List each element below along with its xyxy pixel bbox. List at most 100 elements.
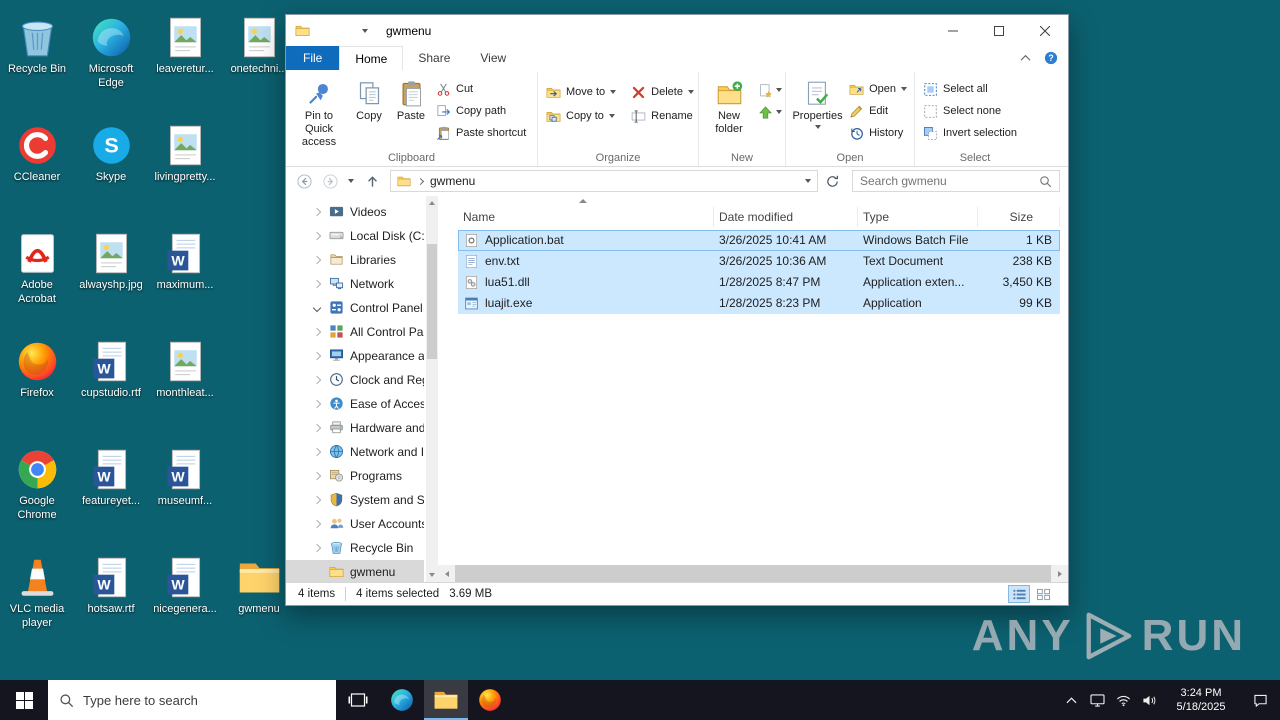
expand-chevron-icon[interactable] (312, 233, 322, 239)
desktop-icon-ccleaner[interactable]: CCleaner (0, 112, 74, 220)
pin-to-quick-access-button[interactable]: Pin to Quick access (290, 74, 348, 150)
address-dropdown-caret[interactable] (805, 179, 811, 184)
nav-item-all-control-panel-items[interactable]: All Control Par... (286, 320, 424, 344)
close-button[interactable] (1022, 15, 1068, 46)
nav-item-programs[interactable]: Programs (286, 464, 424, 488)
taskbar-clock[interactable]: 3:24 PM 5/18/2025 (1162, 680, 1240, 720)
expand-chevron-icon[interactable] (312, 401, 322, 407)
address-bar[interactable]: gwmenu (390, 170, 818, 193)
horizontal-scrollbar[interactable] (438, 565, 1068, 582)
maximize-button[interactable] (976, 15, 1022, 46)
expand-chevron-icon[interactable] (312, 497, 322, 503)
nav-item-ease-of-access[interactable]: Ease of Access... (286, 392, 424, 416)
expand-chevron-icon[interactable] (312, 257, 322, 263)
column-header-size[interactable]: Size (978, 206, 1060, 227)
scroll-left-button[interactable] (438, 565, 455, 582)
nav-item-libraries[interactable]: Libraries (286, 248, 424, 272)
forward-button[interactable] (318, 170, 342, 192)
start-button[interactable] (0, 680, 48, 720)
search-input[interactable] (860, 174, 1039, 189)
desktop-icon-nicegenera[interactable]: W nicegenera... (148, 544, 222, 652)
select-all-button[interactable]: Select all (919, 79, 1020, 99)
tray-volume-icon[interactable] (1136, 680, 1162, 720)
nav-item-network[interactable]: Network (286, 272, 424, 296)
desktop-icon-featureyet[interactable]: W featureyet... (74, 436, 148, 544)
search-box[interactable] (852, 170, 1060, 193)
paste-button[interactable]: Paste (390, 74, 432, 150)
title-bar[interactable]: gwmenu (286, 15, 1068, 46)
expand-chevron-icon[interactable] (312, 377, 322, 383)
file-list-area[interactable]: Name Date modified Type Size Application… (438, 196, 1068, 582)
tray-monitor-icon[interactable] (1084, 680, 1110, 720)
nav-item-clock-region[interactable]: Clock and Regi... (286, 368, 424, 392)
history-button[interactable]: History (845, 123, 910, 143)
taskbar-edge-button[interactable] (380, 680, 424, 720)
copy-button[interactable]: Copy (348, 74, 390, 150)
desktop-icon-maximum[interactable]: W maximum... (148, 220, 222, 328)
select-none-button[interactable]: Select none (919, 101, 1020, 121)
up-button[interactable] (360, 170, 384, 192)
expand-chevron-icon[interactable] (312, 209, 322, 215)
expand-chevron-icon[interactable] (312, 473, 322, 479)
file-row-application-bat[interactable]: Application.bat 3/26/2025 10:41 AM Windo… (458, 229, 1060, 251)
minimize-ribbon-icon[interactable] (1020, 54, 1031, 62)
paste-shortcut-button[interactable]: Paste shortcut (432, 123, 529, 143)
properties-button[interactable]: Properties (790, 74, 845, 150)
desktop-icon-hotsaw-rtf[interactable]: W hotsaw.rtf (74, 544, 148, 652)
back-button[interactable] (292, 170, 316, 192)
desktop-icon-firefox[interactable]: Firefox (0, 328, 74, 436)
nav-item-hardware-sound[interactable]: Hardware and ... (286, 416, 424, 440)
recent-locations-button[interactable] (344, 170, 358, 192)
nav-item-appearance[interactable]: Appearance an... (286, 344, 424, 368)
nav-item-recycle-bin[interactable]: Recycle Bin (286, 536, 424, 560)
nav-item-videos[interactable]: Videos (286, 200, 424, 224)
expand-chevron-icon[interactable] (312, 281, 322, 287)
new-item-button[interactable] (757, 82, 782, 98)
nav-item-gwmenu[interactable]: gwmenu (286, 559, 424, 582)
desktop-icon-monthleat[interactable]: monthleat... (148, 328, 222, 436)
expand-chevron-icon[interactable] (312, 545, 322, 551)
taskbar-firefox-button[interactable] (468, 680, 512, 720)
desktop-icon-adobe-acrobat[interactable]: Adobe Acrobat (0, 220, 74, 328)
expand-chevron-icon[interactable] (312, 425, 322, 431)
desktop-icon-leaveretur[interactable]: leaveretur... (148, 4, 222, 112)
tab-home[interactable]: Home (339, 46, 404, 70)
expand-chevron-icon[interactable] (312, 449, 322, 455)
desktop-icon-museumf[interactable]: W museumf... (148, 436, 222, 544)
nav-item-local-disk-c[interactable]: Local Disk (C:) (286, 224, 424, 248)
desktop-icon-alwayshp-jpg[interactable]: alwayshp.jpg (74, 220, 148, 328)
nav-item-control-panel[interactable]: Control Panel (286, 296, 424, 320)
details-view-button[interactable] (1008, 585, 1030, 603)
collapse-chevron-icon[interactable] (312, 305, 322, 311)
cut-button[interactable]: Cut (432, 79, 529, 99)
desktop-icon-microsoft-edge[interactable]: Microsoft Edge (74, 4, 148, 112)
invert-selection-button[interactable]: Invert selection (919, 123, 1020, 143)
tab-share[interactable]: Share (403, 46, 465, 70)
taskbar-search[interactable] (48, 680, 336, 720)
nav-scroll-down-button[interactable] (426, 568, 438, 582)
taskbar-explorer-button[interactable] (424, 680, 468, 720)
desktop-icon-skype[interactable]: S Skype (74, 112, 148, 220)
desktop-icon-vlc[interactable]: VLC media player (0, 544, 74, 652)
nav-item-network-internet[interactable]: Network and In... (286, 440, 424, 464)
tab-file[interactable]: File (286, 46, 340, 70)
quick-access-toolbar-caret[interactable] (362, 28, 368, 33)
copy-path-button[interactable]: Copy path (432, 101, 529, 121)
nav-scroll-up-button[interactable] (426, 196, 438, 210)
desktop-icon-cupstudio-rtf[interactable]: W cupstudio.rtf (74, 328, 148, 436)
file-row-luajit-exe[interactable]: luajit.exe 1/28/2025 8:23 PM Application… (458, 292, 1060, 314)
tray-network-icon[interactable] (1110, 680, 1136, 720)
expand-chevron-icon[interactable] (312, 353, 322, 359)
desktop-icon-recycle-bin[interactable]: Recycle Bin (0, 4, 74, 112)
expand-chevron-icon[interactable] (312, 329, 322, 335)
edit-button[interactable]: Edit (845, 101, 910, 121)
new-folder-button[interactable]: New folder (703, 74, 755, 150)
expand-chevron-icon[interactable] (312, 521, 322, 527)
desktop-icon-livingpretty[interactable]: livingpretty... (148, 112, 222, 220)
move-to-button[interactable]: Move to (542, 82, 619, 102)
nav-scrollbar-thumb[interactable] (427, 243, 437, 359)
file-row-env-txt[interactable]: env.txt 3/26/2025 10:36 AM Text Document… (458, 250, 1060, 272)
thumbnails-view-button[interactable] (1032, 585, 1054, 603)
nav-item-system-security[interactable]: System and Se... (286, 488, 424, 512)
open-button[interactable]: Open (845, 79, 910, 99)
